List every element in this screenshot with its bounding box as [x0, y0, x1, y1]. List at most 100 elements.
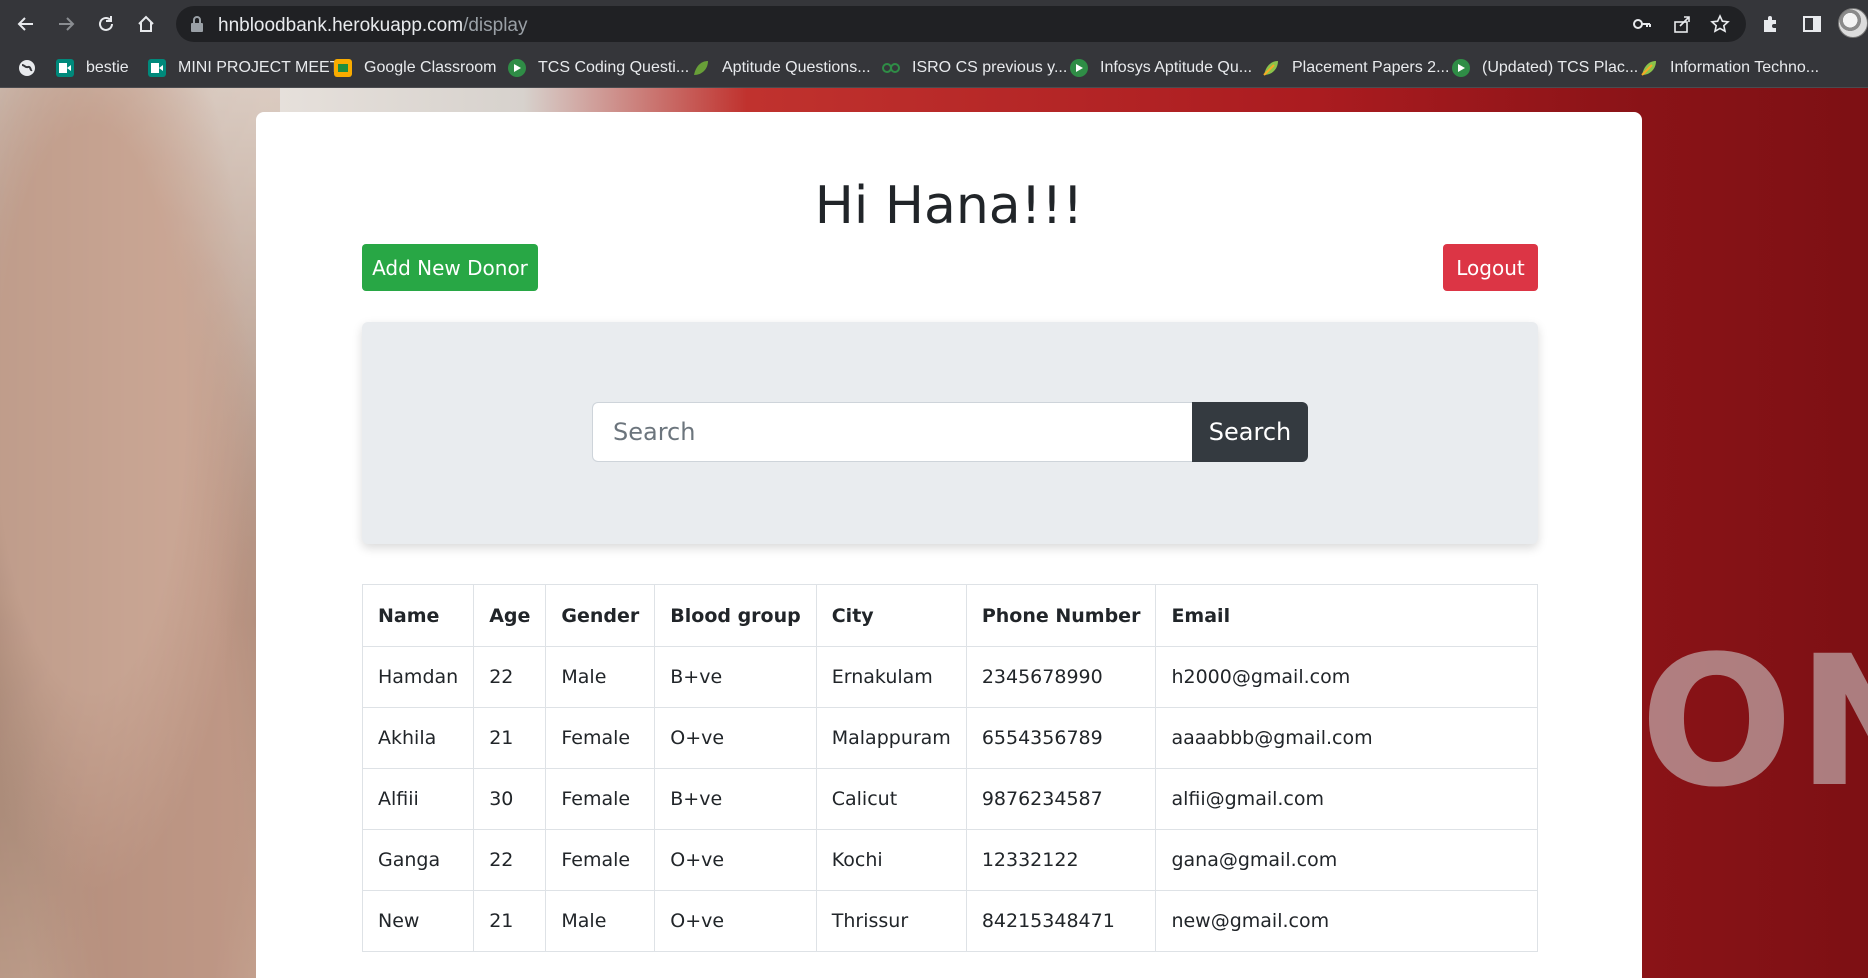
gfg-icon: [1452, 59, 1470, 77]
bookmark-label: Aptitude Questions...: [722, 59, 871, 76]
cell-name: New: [361, 890, 475, 952]
cell-gender: Male: [545, 890, 656, 952]
cell-phone: 84215348471: [965, 890, 1157, 952]
apps-globe-icon[interactable]: [18, 48, 36, 88]
cell-city: Ernakulam: [815, 646, 967, 708]
bookmark-star-icon[interactable]: [1708, 12, 1732, 36]
column-header-phone: Phone Number: [965, 584, 1157, 647]
search-input[interactable]: [592, 402, 1192, 462]
cell-age: 22: [473, 646, 547, 708]
cell-gender: Female: [545, 707, 656, 769]
cell-gender: Female: [545, 829, 656, 891]
home-icon[interactable]: [130, 8, 162, 40]
extensions-icon[interactable]: [1754, 8, 1786, 40]
cell-city: Kochi: [815, 829, 967, 891]
cell-gender: Male: [545, 646, 656, 708]
table-row: New 21 Male O+ve Thrissur 84215348471 ne…: [361, 890, 1538, 952]
browser-toolbar: hnbloodbank.herokuapp.com/display: [0, 0, 1868, 48]
cell-email: alfii@gmail.com: [1155, 768, 1538, 830]
cell-email: h2000@gmail.com: [1155, 646, 1538, 708]
search-panel: Search: [362, 322, 1538, 544]
bookmark-label: ISRO CS previous y...: [912, 59, 1068, 76]
column-header-name: Name: [361, 584, 475, 647]
meet-icon: [56, 59, 74, 77]
column-header-city: City: [815, 584, 967, 647]
bookmark-mini-project-meet[interactable]: MINI PROJECT MEET: [148, 48, 340, 88]
leaf-icon: [692, 59, 710, 77]
url-text[interactable]: hnbloodbank.herokuapp.com/display: [218, 15, 528, 37]
leaf-icon: [1262, 59, 1280, 77]
page-viewport: ON Hi Hana!!! Add New Donor Logout Searc…: [0, 88, 1868, 978]
bookmark-label: TCS Coding Questi...: [538, 59, 690, 76]
bookmark-placement-papers[interactable]: Placement Papers 2...: [1262, 48, 1449, 88]
cell-name: Alfiii: [361, 768, 475, 830]
cell-age: 21: [473, 890, 547, 952]
cell-blood-group: O+ve: [654, 707, 817, 769]
table-row: Akhila 21 Female O+ve Malappuram 6554356…: [361, 707, 1538, 769]
cell-email: aaaabbb@gmail.com: [1155, 707, 1538, 769]
column-header-email: Email: [1155, 584, 1538, 647]
gfg-icon: [1070, 59, 1088, 77]
profile-avatar[interactable]: [1838, 8, 1868, 38]
back-icon[interactable]: [10, 8, 42, 40]
cell-blood-group: O+ve: [654, 829, 817, 891]
table-row: Hamdan 22 Male B+ve Ernakulam 2345678990…: [361, 646, 1538, 708]
page-title: Hi Hana!!!: [814, 176, 1084, 236]
cell-city: Calicut: [815, 768, 967, 830]
bookmark-label: Placement Papers 2...: [1292, 59, 1450, 76]
meet-icon: [148, 59, 166, 77]
leaf-icon: [1640, 59, 1658, 77]
logout-button[interactable]: Logout: [1443, 244, 1538, 291]
bookmark-bestie[interactable]: bestie: [56, 48, 129, 88]
bookmark-label: Information Techno...: [1670, 59, 1820, 76]
background-text: ON: [1640, 618, 1868, 827]
column-header-blood-group: Blood group: [654, 584, 817, 647]
address-bar[interactable]: hnbloodbank.herokuapp.com/display: [176, 6, 1746, 42]
side-panel-icon[interactable]: [1796, 8, 1828, 40]
cell-gender: Female: [545, 768, 656, 830]
share-icon[interactable]: [1670, 12, 1694, 36]
cell-city: Thrissur: [815, 890, 967, 952]
gfg-icon: [882, 59, 900, 77]
add-new-donor-button[interactable]: Add New Donor: [362, 244, 538, 291]
cell-age: 22: [473, 829, 547, 891]
forward-icon[interactable]: [50, 8, 82, 40]
main-card: Hi Hana!!! Add New Donor Logout Search N…: [256, 112, 1642, 978]
table-row: Ganga 22 Female O+ve Kochi 12332122 gana…: [361, 829, 1538, 891]
reload-icon[interactable]: [90, 8, 122, 40]
cell-phone: 6554356789: [965, 707, 1157, 769]
bookmark-updated-tcs[interactable]: (Updated) TCS Plac...: [1452, 48, 1638, 88]
donors-table: Name Age Gender Blood group City Phone N…: [361, 584, 1538, 952]
cell-blood-group: O+ve: [654, 890, 817, 952]
cell-blood-group: B+ve: [654, 768, 817, 830]
bookmark-google-classroom[interactable]: Google Classroom: [334, 48, 497, 88]
cell-email: new@gmail.com: [1155, 890, 1538, 952]
cell-age: 21: [473, 707, 547, 769]
background-hands-image: [0, 88, 280, 978]
bookmark-label: Infosys Aptitude Qu...: [1100, 59, 1253, 76]
cell-phone: 12332122: [965, 829, 1157, 891]
cell-email: gana@gmail.com: [1155, 829, 1538, 891]
bookmark-infosys-aptitude[interactable]: Infosys Aptitude Qu...: [1070, 48, 1252, 88]
bookmark-aptitude-questions[interactable]: Aptitude Questions...: [692, 48, 871, 88]
cell-name: Hamdan: [361, 646, 475, 708]
bookmark-tcs-coding[interactable]: TCS Coding Questi...: [508, 48, 689, 88]
search-button[interactable]: Search: [1192, 402, 1308, 462]
lock-icon[interactable]: [190, 16, 204, 37]
bookmark-label: bestie: [86, 59, 129, 76]
table-row: Alfiii 30 Female B+ve Calicut 9876234587…: [361, 768, 1538, 830]
column-header-age: Age: [473, 584, 547, 647]
bookmark-isro-cs[interactable]: ISRO CS previous y...: [882, 48, 1067, 88]
cell-name: Akhila: [361, 707, 475, 769]
cell-blood-group: B+ve: [654, 646, 817, 708]
cell-phone: 9876234587: [965, 768, 1157, 830]
table-header-row: Name Age Gender Blood group City Phone N…: [361, 584, 1538, 647]
cell-phone: 2345678990: [965, 646, 1157, 708]
classroom-icon: [334, 59, 352, 77]
bookmark-information-techno[interactable]: Information Techno...: [1640, 48, 1819, 88]
column-header-gender: Gender: [545, 584, 656, 647]
bookmark-label: Google Classroom: [364, 59, 497, 76]
key-icon[interactable]: [1630, 12, 1654, 36]
bookmark-label: MINI PROJECT MEET: [178, 59, 340, 76]
cell-city: Malappuram: [815, 707, 967, 769]
